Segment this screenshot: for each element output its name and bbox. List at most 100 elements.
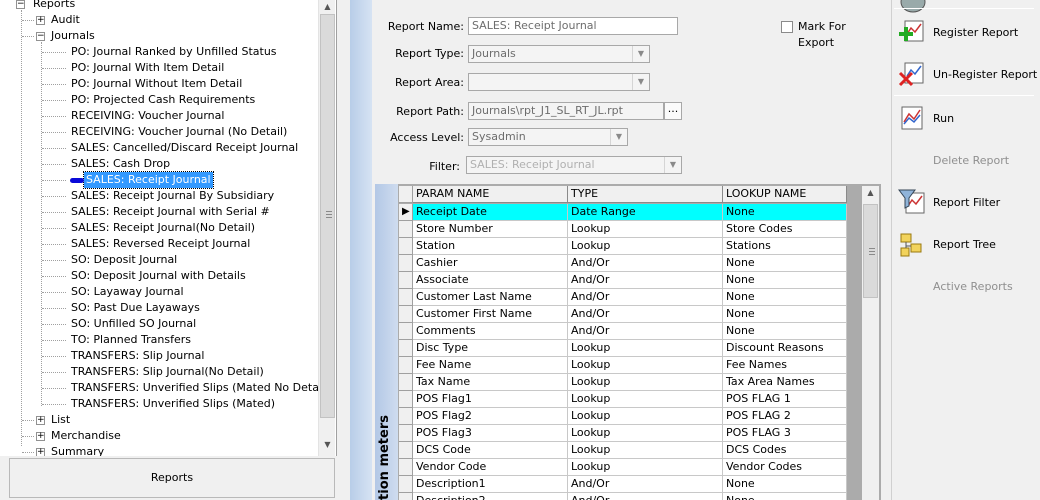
row-header[interactable]: [399, 323, 413, 340]
grid-cell[interactable]: Store Number: [413, 221, 568, 238]
row-header[interactable]: [399, 476, 413, 493]
run-button[interactable]: Run: [894, 102, 1039, 136]
grid-cell[interactable]: Customer First Name: [413, 306, 568, 323]
row-header[interactable]: [399, 425, 413, 442]
report-filter-button[interactable]: Report Filter: [894, 186, 1039, 220]
grid-cell[interactable]: Fee Names: [723, 357, 847, 374]
report-tree-button[interactable]: Report Tree: [894, 228, 1039, 262]
row-header[interactable]: [399, 255, 413, 272]
grid-cell[interactable]: Lookup: [568, 425, 723, 442]
scroll-down-icon[interactable]: ▼: [319, 438, 336, 452]
grid-cell[interactable]: Lookup: [568, 357, 723, 374]
grid-cell[interactable]: None: [723, 255, 847, 272]
splitter[interactable]: [338, 0, 350, 500]
grid-cell[interactable]: And/Or: [568, 289, 723, 306]
scroll-thumb[interactable]: [863, 204, 878, 298]
row-header[interactable]: [399, 340, 413, 357]
scroll-up-icon[interactable]: ▲: [862, 186, 879, 200]
grid-cell[interactable]: POS Flag1: [413, 391, 568, 408]
grid-cell[interactable]: Tax Area Names: [723, 374, 847, 391]
report-area-select[interactable]: ▼: [468, 73, 650, 91]
grid-cell[interactable]: POS Flag3: [413, 425, 568, 442]
grid-cell[interactable]: POS FLAG 1: [723, 391, 847, 408]
grid-cell[interactable]: Comments: [413, 323, 568, 340]
grid-cell[interactable]: None: [723, 272, 847, 289]
mark-for-export-checkbox[interactable]: [781, 21, 793, 33]
grid-cell[interactable]: Lookup: [568, 391, 723, 408]
column-header-lookup-name[interactable]: LOOKUP NAME: [723, 186, 847, 203]
row-header[interactable]: [399, 289, 413, 306]
grid-cell[interactable]: And/Or: [568, 323, 723, 340]
register-report-button[interactable]: Register Report: [894, 16, 1039, 50]
grid-cell[interactable]: DCS Codes: [723, 442, 847, 459]
chevron-down-icon[interactable]: ▼: [632, 74, 649, 90]
parameters-tab[interactable]: tion meters: [375, 184, 398, 500]
grid-cell[interactable]: Vendor Codes: [723, 459, 847, 476]
browse-button[interactable]: ...: [664, 102, 682, 120]
grid-cell[interactable]: Associate: [413, 272, 568, 289]
row-header[interactable]: ▶: [399, 204, 413, 221]
grid-cell[interactable]: Lookup: [568, 221, 723, 238]
grid-cell[interactable]: Lookup: [568, 340, 723, 357]
scroll-up-icon[interactable]: ▲: [319, 0, 336, 14]
grid-cell[interactable]: Station: [413, 238, 568, 255]
scroll-thumb[interactable]: [320, 14, 335, 418]
grid-cell[interactable]: Date Range: [568, 204, 723, 221]
report-name-input[interactable]: SALES: Receipt Journal: [468, 17, 678, 35]
grid-cell[interactable]: None: [723, 323, 847, 340]
filter-select[interactable]: SALES: Receipt Journal ▼: [466, 156, 682, 174]
grid-cell[interactable]: None: [723, 289, 847, 306]
column-header-param-name[interactable]: PARAM NAME: [413, 186, 568, 203]
grid-cell[interactable]: Fee Name: [413, 357, 568, 374]
expand-icon[interactable]: +: [36, 448, 45, 456]
grid-cell[interactable]: Receipt Date: [413, 204, 568, 221]
grid-cell[interactable]: Stations: [723, 238, 847, 255]
row-header[interactable]: [399, 391, 413, 408]
grid-cell[interactable]: Vendor Code: [413, 459, 568, 476]
grid-cell[interactable]: Store Codes: [723, 221, 847, 238]
grid-cell[interactable]: And/Or: [568, 255, 723, 272]
grid-cell[interactable]: Discount Reasons: [723, 340, 847, 357]
grid-cell[interactable]: None: [723, 493, 847, 500]
grid-cell[interactable]: And/Or: [568, 476, 723, 493]
report-type-select[interactable]: Journals ▼: [468, 45, 650, 63]
access-level-select[interactable]: Sysadmin ▼: [468, 128, 628, 146]
collapse-icon[interactable]: −: [36, 32, 45, 41]
chevron-down-icon[interactable]: ▼: [632, 46, 649, 62]
chevron-down-icon[interactable]: ▼: [610, 129, 627, 145]
grid-cell[interactable]: And/Or: [568, 272, 723, 289]
collapse-icon[interactable]: −: [16, 0, 25, 9]
grid-cell[interactable]: Cashier: [413, 255, 568, 272]
grid-cell[interactable]: Description2: [413, 493, 568, 500]
grid-cell[interactable]: POS FLAG 3: [723, 425, 847, 442]
row-header[interactable]: [399, 357, 413, 374]
grid-cell[interactable]: Lookup: [568, 459, 723, 476]
grid-scrollbar[interactable]: ▲: [862, 186, 879, 500]
expand-icon[interactable]: +: [36, 432, 45, 441]
grid-cell[interactable]: Lookup: [568, 408, 723, 425]
grid-cell[interactable]: POS FLAG 2: [723, 408, 847, 425]
grid-cell[interactable]: None: [723, 476, 847, 493]
grid-cell[interactable]: And/Or: [568, 306, 723, 323]
row-header[interactable]: [399, 408, 413, 425]
row-header[interactable]: [399, 221, 413, 238]
row-header[interactable]: [399, 374, 413, 391]
grid-cell[interactable]: None: [723, 204, 847, 221]
report-tree[interactable]: − Reports + Audit − Journals PO: Journal…: [0, 0, 337, 456]
grid-cell[interactable]: Lookup: [568, 374, 723, 391]
grid-cell[interactable]: Customer Last Name: [413, 289, 568, 306]
grid-cell[interactable]: Lookup: [568, 442, 723, 459]
expand-icon[interactable]: +: [36, 16, 45, 25]
unregister-report-button[interactable]: Un-Register Report: [894, 58, 1039, 92]
report-path-input[interactable]: Journals\rpt_J1_SL_RT_JL.rpt: [468, 102, 664, 120]
row-header[interactable]: [399, 459, 413, 476]
parameters-grid[interactable]: tion meters PARAM NAME TYPE LOOKUP NAME …: [375, 184, 881, 500]
delete-report-button[interactable]: Delete Report: [894, 144, 1039, 178]
grid-cell[interactable]: Tax Name: [413, 374, 568, 391]
chevron-down-icon[interactable]: ▼: [664, 157, 681, 173]
tree-scrollbar[interactable]: ▲ ▼: [318, 0, 335, 456]
grid-cell[interactable]: POS Flag2: [413, 408, 568, 425]
row-header[interactable]: [399, 238, 413, 255]
grid-cell[interactable]: And/Or: [568, 493, 723, 500]
active-reports-button[interactable]: Active Reports: [894, 270, 1039, 304]
